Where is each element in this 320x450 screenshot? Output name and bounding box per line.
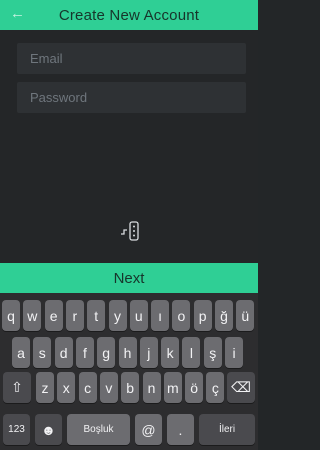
key-ş[interactable]: ş: [203, 337, 222, 368]
key-ü[interactable]: ü: [236, 300, 255, 331]
key-n[interactable]: n: [142, 372, 161, 403]
space-key[interactable]: Boşluk: [67, 414, 130, 445]
numbers-key[interactable]: 123: [3, 414, 30, 445]
key-l[interactable]: l: [182, 337, 201, 368]
key-c[interactable]: c: [78, 372, 97, 403]
form-area: [0, 30, 258, 263]
key-f[interactable]: f: [75, 337, 94, 368]
key-ı[interactable]: ı: [151, 300, 170, 331]
at-key[interactable]: @: [135, 414, 162, 445]
emoji-key-icon[interactable]: ☻: [35, 414, 62, 445]
backspace-key-icon[interactable]: ⌫: [227, 372, 255, 403]
key-s[interactable]: s: [33, 337, 52, 368]
next-button[interactable]: Next: [0, 263, 258, 293]
key-b[interactable]: b: [121, 372, 140, 403]
key-t[interactable]: t: [87, 300, 106, 331]
key-e[interactable]: e: [44, 300, 63, 331]
key-z[interactable]: z: [36, 372, 54, 403]
key-u[interactable]: u: [129, 300, 148, 331]
key-p[interactable]: p: [193, 300, 212, 331]
key-w[interactable]: w: [23, 300, 42, 331]
password-field[interactable]: [17, 82, 246, 113]
key-ğ[interactable]: ğ: [215, 300, 233, 331]
key-x[interactable]: x: [57, 372, 76, 403]
key-ö[interactable]: ö: [185, 372, 204, 403]
key-v[interactable]: v: [99, 372, 118, 403]
key-h[interactable]: h: [118, 337, 137, 368]
key-d[interactable]: d: [54, 337, 73, 368]
key-j[interactable]: j: [139, 337, 158, 368]
key-i[interactable]: i: [225, 337, 243, 368]
key-g[interactable]: g: [97, 337, 116, 368]
key-k[interactable]: k: [161, 337, 180, 368]
back-arrow-icon[interactable]: ←: [10, 4, 25, 24]
onscreen-keyboard: qwertyuıopğü asdfghjklşi ⇧ ⌫ zxcvbnmöç 1…: [0, 293, 258, 450]
dot-key[interactable]: .: [167, 414, 194, 445]
key-o[interactable]: o: [172, 300, 191, 331]
header-bar: ← Create New Account: [0, 0, 258, 30]
email-field[interactable]: [17, 43, 246, 74]
return-key[interactable]: İleri: [199, 414, 255, 445]
key-r[interactable]: r: [65, 300, 84, 331]
key-y[interactable]: y: [108, 300, 127, 331]
app-screen: ← Create New Account Next qwertyuıopğü a…: [0, 0, 258, 450]
key-m[interactable]: m: [163, 372, 182, 403]
key-q[interactable]: q: [2, 300, 20, 331]
key-a[interactable]: a: [12, 337, 30, 368]
shift-key-icon[interactable]: ⇧: [3, 372, 31, 403]
hardware-connection-icon[interactable]: [120, 220, 142, 242]
page-title: Create New Account: [58, 6, 200, 24]
key-ç[interactable]: ç: [206, 372, 225, 403]
